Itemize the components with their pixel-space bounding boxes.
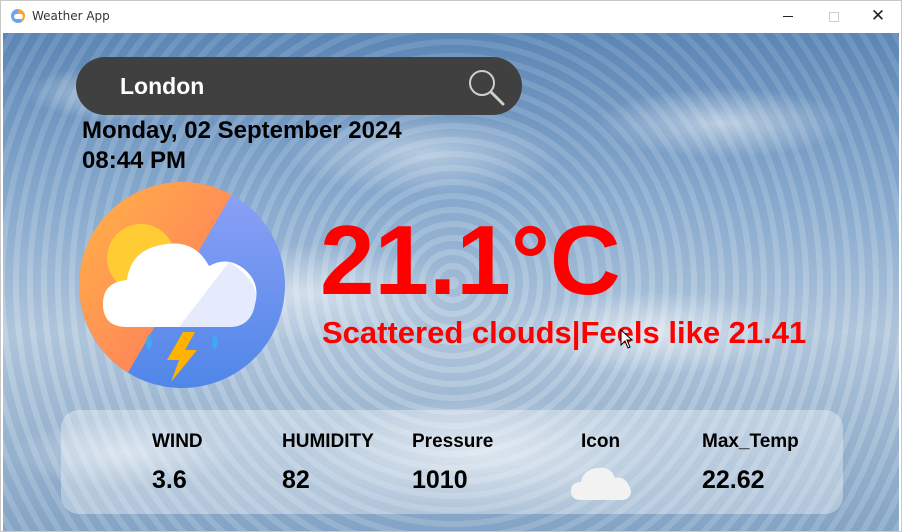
window-title: Weather App (32, 9, 110, 23)
humidity-value: 82 (282, 466, 310, 494)
date-label: Monday, 02 September 2024 (82, 117, 402, 144)
maximize-icon (829, 11, 839, 22)
pressure-label: Pressure (412, 431, 494, 452)
weather-details-panel: WIND 3.6 HUMIDITY 82 Pressure 1010 Icon … (61, 410, 843, 514)
weather-app-icon (11, 9, 25, 23)
minimize-icon (783, 16, 793, 17)
thunderstorm-cloud-sun-icon (79, 182, 285, 388)
humidity-label: HUMIDITY (282, 431, 374, 452)
max-temp-value: 22.62 (702, 466, 765, 494)
max-temp-label: Max_Temp (702, 431, 799, 452)
close-icon: ✕ (870, 6, 886, 26)
search-bar (76, 57, 522, 115)
minimize-button[interactable] (765, 1, 811, 32)
mouse-cursor-icon (620, 329, 634, 349)
wind-value: 3.6 (152, 466, 187, 494)
title-bar[interactable]: Weather App ✕ (1, 1, 901, 32)
pressure-value: 1010 (412, 466, 468, 494)
main-content: Monday, 02 September 2024 08:44 PM (3, 33, 899, 531)
app-window: Weather App ✕ Monday, 02 September 2024 … (0, 0, 902, 532)
close-button[interactable]: ✕ (855, 1, 901, 32)
time-label: 08:44 PM (82, 147, 187, 174)
search-icon[interactable] (466, 67, 506, 107)
maximize-button[interactable] (811, 1, 857, 32)
search-input[interactable] (120, 69, 450, 103)
wind-label: WIND (152, 431, 203, 452)
cloud-icon (571, 467, 631, 500)
weather-description: Scattered clouds|Feels like 21.41 (322, 315, 807, 350)
icon-label: Icon (581, 431, 621, 452)
temperature-display: 21.1°C (320, 205, 621, 315)
